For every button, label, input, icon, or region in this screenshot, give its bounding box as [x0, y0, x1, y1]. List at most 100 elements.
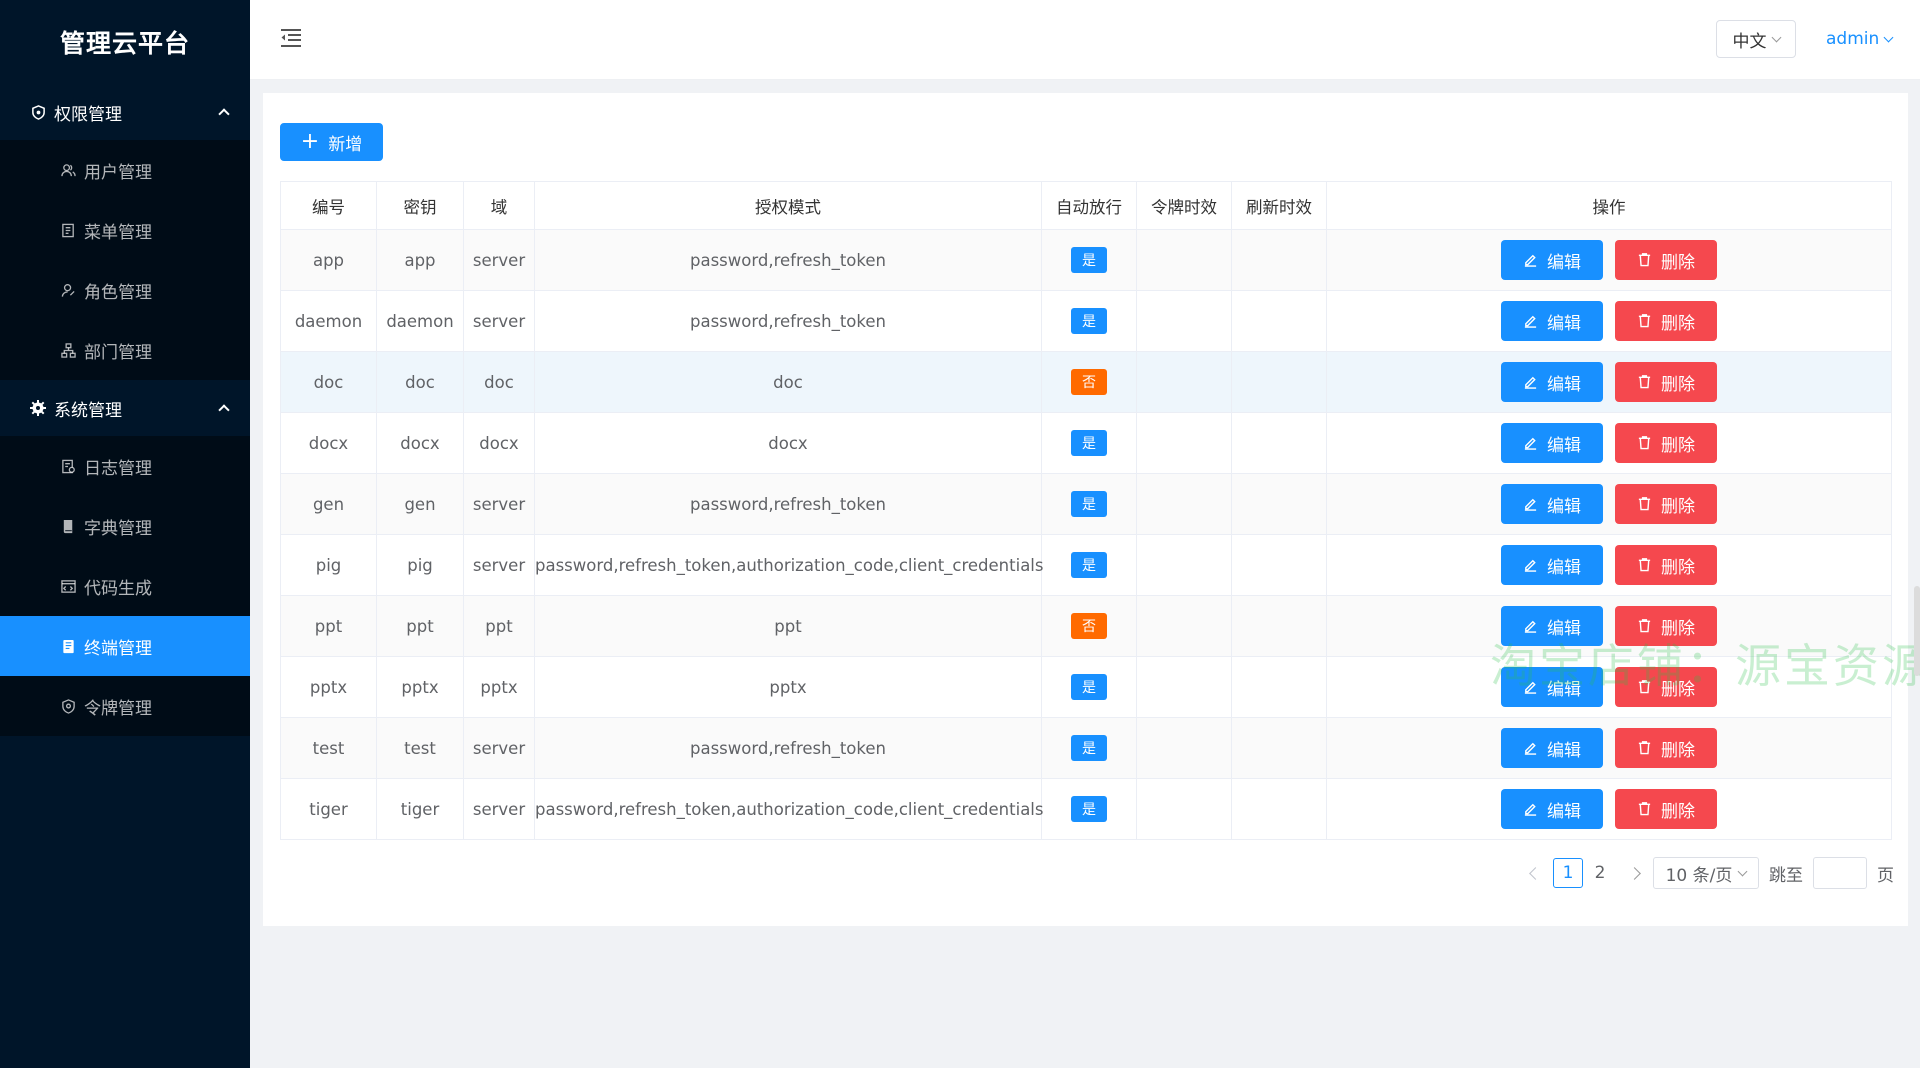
edit-label: 编辑 [1547, 435, 1581, 456]
language-select[interactable]: 中文 [1716, 20, 1796, 58]
sidebar-item[interactable]: 令牌管理 [0, 676, 250, 736]
next-page-icon[interactable] [1628, 866, 1641, 880]
column-header[interactable]: 域 [463, 181, 535, 230]
table-row[interactable]: test test server password,refresh_token 是编辑删… [280, 717, 1892, 779]
edit-button[interactable]: 编辑 [1501, 789, 1603, 829]
delete-button[interactable]: 删除 [1615, 423, 1717, 463]
menu-group-label: 权限管理 [54, 104, 122, 125]
delete-icon [1637, 740, 1653, 756]
column-header[interactable]: 自动放行 [1041, 181, 1137, 230]
column-header[interactable]: 授权模式 [534, 181, 1042, 230]
menu-group-0[interactable]: 权限管理 [0, 84, 250, 140]
column-header[interactable]: 操作 [1326, 181, 1892, 230]
chevron-up-icon [218, 404, 230, 416]
table-row[interactable]: gen gen server password,refresh_token 是编辑 删除 [280, 473, 1892, 535]
delete-button[interactable]: 删除 [1615, 606, 1717, 646]
cell-scope: server [463, 534, 535, 596]
add-button[interactable]: + 新增 [280, 123, 383, 161]
delete-button[interactable]: 删除 [1615, 728, 1717, 768]
column-header[interactable]: 刷新时效 [1231, 181, 1327, 230]
table-row[interactable]: doc doc doc doc 否编辑 删除 [280, 351, 1892, 413]
edit-button[interactable]: 编辑 [1501, 545, 1603, 585]
scrollbar[interactable] [1914, 586, 1920, 676]
delete-button[interactable]: 删除 [1615, 545, 1717, 585]
shield-icon [30, 104, 46, 120]
jump-page-input[interactable] [1813, 857, 1867, 889]
sidebar-menu: 权限管理用户管理 菜单管理 角色管理 部门管理系统管理日志管理字典管理代码生成终端管理… [0, 84, 250, 736]
cell-actions: 编辑 删除 [1326, 717, 1892, 779]
edit-button[interactable]: 编辑 [1501, 301, 1603, 341]
sidebar-item[interactable]: 日志管理 [0, 436, 250, 496]
user-dropdown[interactable]: admin [1826, 26, 1894, 52]
role-icon [60, 282, 76, 298]
sidebar-item[interactable]: 角色管理 [0, 260, 250, 320]
cell-refresh-validity [1231, 290, 1327, 352]
cell-id: daemon [280, 290, 377, 352]
sidebar-item-label: 令牌管理 [84, 698, 152, 719]
cell-token-validity [1136, 473, 1232, 535]
cell-refresh-validity [1231, 595, 1327, 657]
cell-grant-types: docx [534, 412, 1042, 474]
auto-approve-badge: 是 [1071, 247, 1107, 273]
cell-scope: server [463, 290, 535, 352]
page-size-select[interactable]: 10 条/页 [1653, 857, 1759, 889]
delete-button[interactable]: 删除 [1615, 301, 1717, 341]
column-header[interactable]: 编号 [280, 181, 377, 230]
cell-id: pptx [280, 656, 377, 718]
edit-button[interactable]: 编辑 [1501, 362, 1603, 402]
sidebar-item[interactable]: 代码生成 [0, 556, 250, 616]
delete-button[interactable]: 删除 [1615, 362, 1717, 402]
menu-fold-icon[interactable] [280, 28, 302, 48]
table-row[interactable]: tiger tiger server password,refresh_token,a… [280, 778, 1892, 840]
cell-token-validity [1136, 229, 1232, 291]
delete-icon [1637, 252, 1653, 268]
table-row[interactable]: daemon daemon server password,refresh_token… [280, 290, 1892, 352]
sidebar-item[interactable]: 部门管理 [0, 320, 250, 380]
menu-group-1[interactable]: 系统管理 [0, 380, 250, 436]
plus-icon: + [300, 129, 320, 154]
edit-button[interactable]: 编辑 [1501, 484, 1603, 524]
sidebar-item[interactable]: 字典管理 [0, 496, 250, 556]
sidebar-item[interactable]: 终端管理 [0, 616, 250, 676]
page-1[interactable]: 1 [1553, 858, 1583, 888]
delete-icon [1637, 374, 1653, 390]
table-row[interactable]: pig pig server password,refresh_token,autho… [280, 534, 1892, 596]
cell-grant-types: ppt [534, 595, 1042, 657]
table-row[interactable]: ppt ppt ppt ppt 否编辑 删除 [280, 595, 1892, 657]
sidebar-item[interactable]: 用户管理 [0, 140, 250, 200]
edit-button[interactable]: 编辑 [1501, 728, 1603, 768]
cell-refresh-validity [1231, 717, 1327, 779]
delete-button[interactable]: 删除 [1615, 484, 1717, 524]
delete-button[interactable]: 删除 [1615, 240, 1717, 280]
edit-button[interactable]: 编辑 [1501, 240, 1603, 280]
menu-icon [60, 222, 76, 238]
cell-auto-approve: 否 [1041, 595, 1137, 657]
cell-secret: app [376, 229, 464, 291]
table-row[interactable]: app app server password,refresh_token 是编辑 删除 [280, 229, 1892, 291]
page-2[interactable]: 2 [1585, 858, 1615, 888]
sidebar-item-label: 代码生成 [84, 578, 152, 599]
cell-refresh-validity [1231, 229, 1327, 291]
edit-button[interactable]: 编辑 [1501, 667, 1603, 707]
cell-token-validity [1136, 656, 1232, 718]
edit-button[interactable]: 编辑 [1501, 606, 1603, 646]
sidebar-item-label: 日志管理 [84, 458, 152, 479]
cell-id: pig [280, 534, 377, 596]
column-header[interactable]: 令牌时效 [1136, 181, 1232, 230]
cell-token-validity [1136, 717, 1232, 779]
column-header[interactable]: 密钥 [376, 181, 464, 230]
cell-actions: 编辑 删除 [1326, 229, 1892, 291]
sidebar-item[interactable]: 菜单管理 [0, 200, 250, 260]
table-row[interactable]: pptx pptx pptx pptx 是编辑 删除 [280, 656, 1892, 718]
edit-label: 编辑 [1547, 557, 1581, 578]
delete-label: 删除 [1661, 313, 1695, 334]
menu-group-label: 系统管理 [54, 400, 122, 421]
table-row[interactable]: docx docx docx docx 是编辑 删除 [280, 412, 1892, 474]
edit-button[interactable]: 编辑 [1501, 423, 1603, 463]
auto-approve-badge: 是 [1071, 796, 1107, 822]
delete-button[interactable]: 删除 [1615, 667, 1717, 707]
prev-page-icon[interactable] [1529, 866, 1542, 880]
cell-secret: pptx [376, 656, 464, 718]
delete-button[interactable]: 删除 [1615, 789, 1717, 829]
delete-icon [1637, 435, 1653, 451]
